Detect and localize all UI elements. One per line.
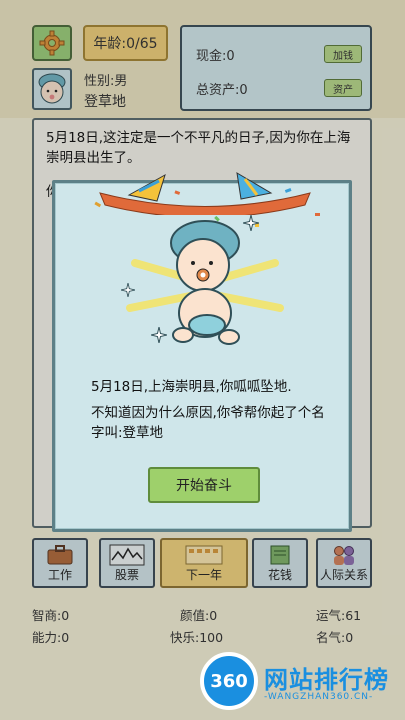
sparkle-icon [243, 215, 259, 231]
watermark-title: 网站排行榜 [264, 666, 389, 694]
start-struggle-button[interactable]: 开始奋斗 [148, 467, 260, 503]
watermark-subtitle: -WANGZHAN360.CN- [264, 692, 374, 702]
sparkle-icon-2 [121, 283, 135, 297]
watermark-logo: 360 [200, 652, 258, 710]
watermark-logo-text: 360 [210, 670, 248, 692]
baby-illustration [126, 220, 284, 345]
birth-modal: 5月18日,上海崇明县,你呱呱坠地. 不知道因为什么原因,你爷帮你起了个名字叫:… [52, 172, 352, 532]
modal-name-text: 不知道因为什么原因,你爷帮你起了个名字叫:登草地 [91, 405, 325, 441]
sparkle-icon-3 [151, 327, 167, 343]
modal-birth-text: 5月18日,上海崇明县,你呱呱坠地. [91, 379, 292, 395]
